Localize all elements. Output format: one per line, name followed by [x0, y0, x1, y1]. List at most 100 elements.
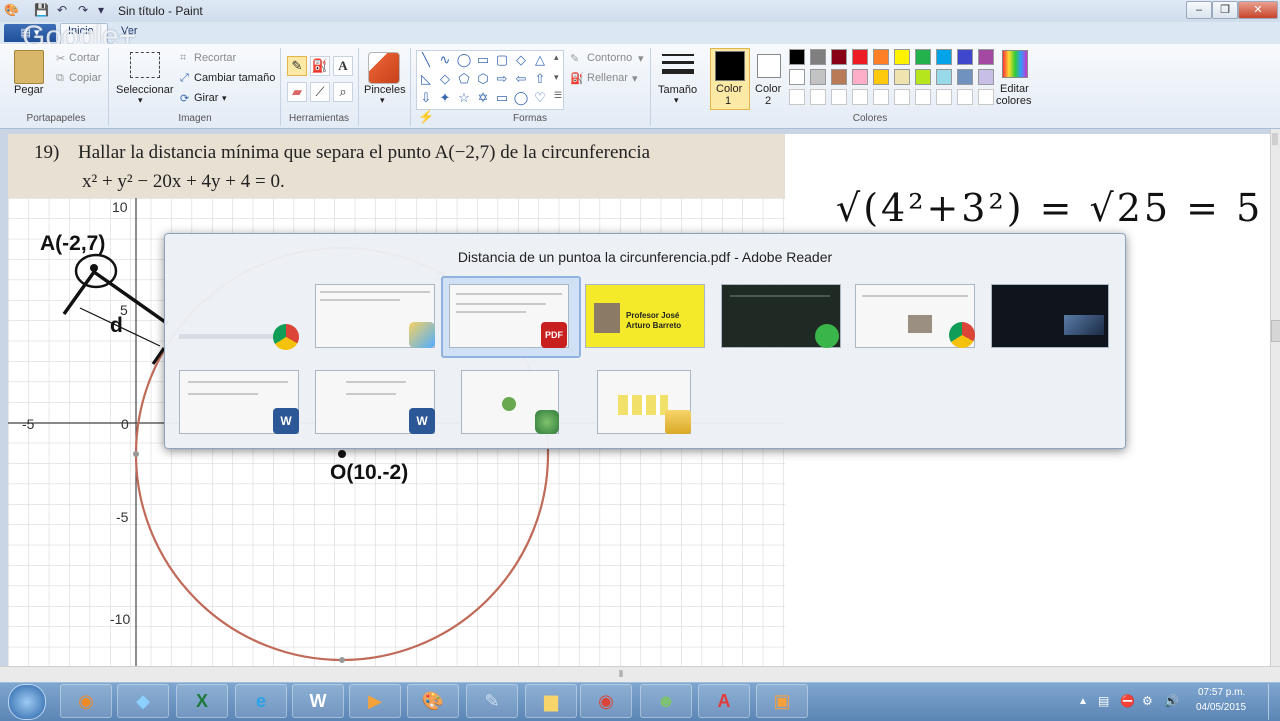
clock-date[interactable]: 04/05/2015 [1196, 702, 1246, 713]
five-point-star-shape-icon[interactable]: ☆ [456, 90, 472, 106]
palette-custom-swatch[interactable] [915, 89, 931, 105]
up-arrow-shape-icon[interactable]: ⇧ [532, 71, 548, 87]
palette-swatch[interactable] [852, 69, 868, 85]
palette-custom-swatch[interactable] [936, 89, 952, 105]
redo-icon[interactable]: ↷ [76, 3, 90, 17]
volume-icon[interactable]: 🔊 [1164, 694, 1179, 708]
quick-access-dropdown-icon[interactable]: ▾ [94, 3, 108, 17]
palette-swatch[interactable] [936, 69, 952, 85]
crop-button[interactable]: Recortar [194, 52, 236, 64]
edit-colors-icon[interactable] [1002, 50, 1028, 78]
palette-swatch[interactable] [810, 69, 826, 85]
outline-button[interactable]: Contorno [587, 52, 632, 64]
taskbar-app-8[interactable]: ✎ [466, 684, 518, 718]
paint-app-icon[interactable]: 🎨 [4, 3, 19, 17]
magnifier-tool-icon[interactable]: ⌕ [333, 82, 353, 102]
taskbar-app-13[interactable]: ▣ [756, 684, 808, 718]
color2-button[interactable]: Color [755, 83, 781, 95]
taskbar-ie[interactable]: e [235, 684, 287, 718]
rounded-rectangle-shape-icon[interactable]: ▢ [494, 52, 510, 68]
pencil-tool-icon[interactable]: ✎ [287, 56, 307, 76]
palette-custom-swatch[interactable] [957, 89, 973, 105]
color2-swatch[interactable] [757, 54, 781, 78]
outline-dropdown-icon[interactable]: ▾ [638, 52, 644, 65]
size-dropdown-icon[interactable]: ▾ [674, 95, 679, 106]
cut-button[interactable]: Cortar [69, 52, 100, 64]
rotate-dropdown-icon[interactable]: ▾ [222, 93, 227, 104]
paste-icon[interactable] [14, 50, 44, 84]
save-icon[interactable]: 💾 [34, 3, 49, 17]
palette-swatch[interactable] [957, 69, 973, 85]
vertical-scroll-thumb[interactable] [1271, 320, 1280, 342]
select-dropdown-icon[interactable]: ▾ [138, 95, 143, 106]
horizontal-scrollbar[interactable] [0, 666, 1280, 683]
fill-dropdown-icon[interactable]: ▾ [632, 72, 638, 85]
palette-swatch[interactable] [873, 49, 889, 65]
text-tool-icon[interactable]: A [333, 56, 353, 76]
copy-button[interactable]: Copiar [69, 72, 101, 84]
network-icon[interactable]: ⚙ [1142, 694, 1153, 708]
four-point-star-shape-icon[interactable]: ✦ [437, 90, 453, 106]
thumb-desktop[interactable] [991, 284, 1109, 348]
vertical-scrollbar[interactable] [1270, 129, 1280, 666]
taskbar-excel[interactable]: X [176, 684, 228, 718]
paste-button[interactable]: Pegar [14, 84, 43, 96]
palette-swatch[interactable] [831, 49, 847, 65]
scroll-up-arrow[interactable] [1272, 133, 1278, 145]
line-shape-icon[interactable]: ╲ [418, 52, 434, 68]
left-arrow-shape-icon[interactable]: ⇦ [513, 71, 529, 87]
pentagon-shape-icon[interactable]: ⬠ [456, 71, 472, 87]
close-button[interactable]: ✕ [1238, 1, 1278, 19]
shapes-more-icon[interactable]: ☰ [554, 90, 562, 101]
taskbar-paint[interactable]: 🎨 [407, 684, 459, 718]
shapes-scroll-down-icon[interactable]: ▾ [554, 72, 559, 83]
palette-swatch[interactable] [978, 49, 994, 65]
palette-swatch[interactable] [894, 49, 910, 65]
six-point-star-shape-icon[interactable]: ✡ [475, 90, 491, 106]
restore-button[interactable]: ❐ [1212, 1, 1238, 19]
edit-colors-button[interactable]: Editar [1000, 83, 1029, 95]
diamond-shape-icon[interactable]: ◇ [437, 71, 453, 87]
curve-shape-icon[interactable]: ∿ [437, 52, 453, 68]
palette-swatch[interactable] [978, 69, 994, 85]
tray-expand-icon[interactable]: ▲ [1078, 696, 1088, 707]
palette-custom-swatch[interactable] [789, 89, 805, 105]
palette-swatch[interactable] [789, 69, 805, 85]
heart-shape-icon[interactable]: ♡ [532, 90, 548, 106]
show-desktop-button[interactable] [1268, 684, 1280, 720]
oval-shape-icon[interactable]: ◯ [456, 52, 472, 68]
select-button[interactable]: Seleccionar [116, 84, 173, 96]
taskbar-media[interactable]: ▶ [349, 684, 401, 718]
clock-time[interactable]: 07:57 p.m. [1198, 687, 1245, 698]
palette-custom-swatch[interactable] [810, 89, 826, 105]
resize-button[interactable]: Cambiar tamaño [194, 72, 275, 84]
triangle-shape-icon[interactable]: △ [532, 52, 548, 68]
palette-swatch[interactable] [831, 69, 847, 85]
palette-swatch[interactable] [957, 49, 973, 65]
taskbar-word[interactable]: W [292, 684, 344, 718]
palette-custom-swatch[interactable] [894, 89, 910, 105]
palette-swatch[interactable] [915, 69, 931, 85]
tray-icon-2[interactable]: ⛔ [1120, 694, 1135, 708]
hexagon-shape-icon[interactable]: ⬡ [475, 71, 491, 87]
size-icon[interactable] [662, 54, 694, 56]
palette-swatch[interactable] [789, 49, 805, 65]
right-triangle-shape-icon[interactable]: ◺ [418, 71, 434, 87]
lightning-shape-icon[interactable]: ⚡ [418, 109, 434, 125]
fill-button[interactable]: Rellenar [587, 72, 628, 84]
minimize-button[interactable]: – [1186, 1, 1212, 19]
taskbar-explorer[interactable]: ▆ [525, 684, 577, 718]
right-arrow-shape-icon[interactable]: ⇨ [494, 71, 510, 87]
palette-swatch[interactable] [936, 49, 952, 65]
palette-custom-swatch[interactable] [831, 89, 847, 105]
palette-swatch[interactable] [810, 49, 826, 65]
down-arrow-shape-icon[interactable]: ⇩ [418, 90, 434, 106]
taskbar-firefox[interactable]: ◉ [60, 684, 112, 718]
tray-icon-1[interactable]: ▤ [1098, 694, 1109, 708]
eraser-tool-icon[interactable]: ▰ [287, 82, 307, 102]
thumb-profesor-page[interactable]: Profesor José Arturo Barreto [585, 284, 705, 348]
palette-custom-swatch[interactable] [978, 89, 994, 105]
palette-custom-swatch[interactable] [852, 89, 868, 105]
taskbar-messenger[interactable]: ☻ [640, 684, 692, 718]
brushes-dropdown-icon[interactable]: ▾ [380, 95, 385, 106]
